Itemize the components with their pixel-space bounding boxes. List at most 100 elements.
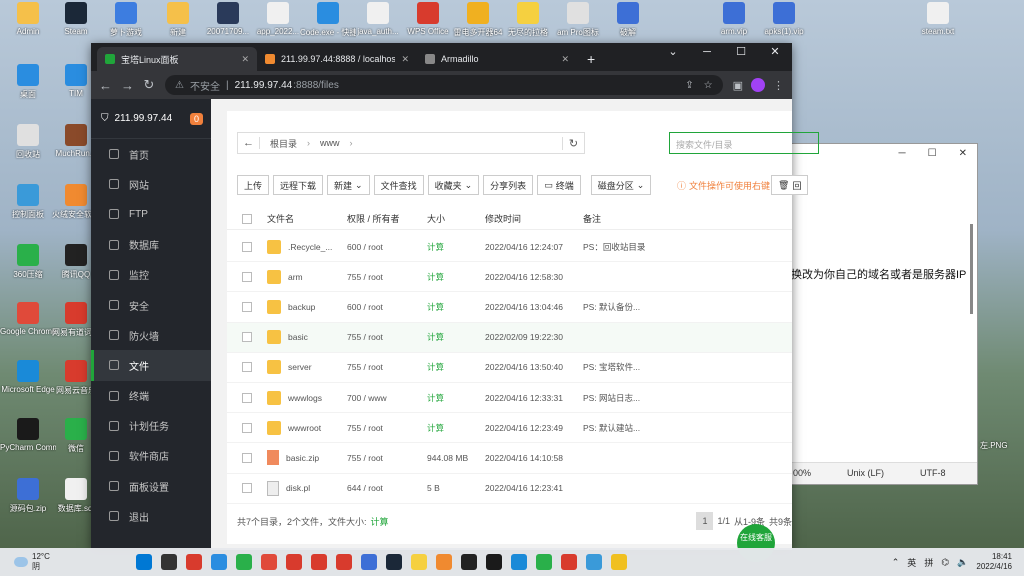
desktop-icon[interactable]: Code.exe - 快捷方式 [300,2,356,38]
file-size[interactable]: 计算 [427,301,485,313]
file-permission[interactable]: 755 / root [347,272,427,282]
table-row[interactable]: wwwlogs 700 / www 计算 2022/04/16 12:33:31 PS:… [227,383,792,414]
close-icon[interactable]: ✕ [959,148,967,162]
browser-window[interactable]: 宝塔Linux面板 ✕ 211.99.97.44:8888 / localhos… [91,43,819,550]
tab-bt-panel[interactable]: 宝塔Linux面板 ✕ [97,47,257,71]
maximize-icon[interactable]: ☐ [724,43,758,63]
page-current[interactable]: 1 [696,512,714,530]
url-host[interactable]: 211.99.97.44 [235,80,293,91]
notepad-window[interactable]: ─ ☐ ✕ 换改为你自己的域名或者是服务器IP 00% Unix (LF) UT… [790,143,978,485]
toolbar-button[interactable]: 磁盘分区 ⌄ [590,175,652,195]
file-name[interactable]: disk.pl [286,483,310,493]
taskbar-app-icon[interactable] [261,554,277,570]
row-checkbox[interactable] [242,362,252,373]
table-row[interactable]: backup 600 / root 计算 2022/04/16 13:04:46 PS:… [227,292,792,323]
file-note[interactable]: PS: 网站日志... [583,392,653,404]
clock[interactable]: 18:41 2022/4/16 [976,552,1012,572]
back-arrow-icon[interactable]: ← [238,137,260,149]
table-row[interactable]: wwwroot 755 / root 计算 2022/04/16 12:23:49 PS… [227,413,792,444]
select-all-checkbox[interactable] [242,213,252,224]
back-icon[interactable]: ← [99,78,112,93]
desktop-icon[interactable]: Steam [48,2,104,36]
sidebar-item[interactable]: 退出 [91,501,211,531]
table-row[interactable]: server 755 / root 计算 2022/04/16 13:50:40 PS:… [227,353,792,383]
file-name[interactable]: arm [288,272,303,282]
tab-armadillo[interactable]: Armadillo ✕ [417,47,577,71]
col-perm-header[interactable]: 权限 / 所有者 [347,212,427,225]
volume-icon[interactable]: 🔈 [957,557,968,568]
taskbar-app-icon[interactable] [186,554,202,570]
file-note[interactable]: PS: 默认备份... [583,301,653,313]
taskbar-app-icon[interactable] [136,554,152,570]
sidebar-item[interactable]: 监控 [91,260,211,290]
file-size[interactable]: 计算 [427,271,485,283]
taskbar-app-icon[interactable] [286,554,302,570]
insecure-label[interactable]: 不安全 [190,78,220,93]
toolbar-button[interactable]: 文件查找 [373,175,424,195]
toolbar-button[interactable]: 收藏夹 ⌄ [427,175,480,195]
file-permission[interactable]: 644 / root [347,483,427,493]
taskbar-app-icon[interactable] [211,554,227,570]
file-name[interactable]: basic.zip [286,453,319,463]
table-row[interactable]: arm 755 / root 计算 2022/04/16 12:58:30 [227,262,792,293]
search-input[interactable]: 搜索文件/目录 [669,132,819,154]
file-permission[interactable]: 600 / root [347,242,427,252]
maximize-icon[interactable]: ☐ [928,148,937,162]
file-permission[interactable]: 755 / root [347,453,427,463]
row-checkbox[interactable] [242,241,252,252]
file-name[interactable]: wwwlogs [288,393,322,403]
bookmark-star-icon[interactable]: ☆ [704,80,713,91]
col-name-header[interactable]: 文件名 [267,212,347,225]
lang-indicator[interactable]: 英 [907,556,916,569]
taskbar-app-icon[interactable] [161,554,177,570]
taskbar-app-icon[interactable] [511,554,527,570]
close-icon[interactable]: ✕ [241,54,249,65]
ime-indicator[interactable]: 拼 [924,556,933,569]
file-permission[interactable]: 700 / www [347,393,427,403]
breadcrumb-www[interactable]: www [310,138,350,148]
sidebar-item[interactable]: FTP [91,199,211,229]
desktop-icon[interactable]: steam.txt [910,2,966,36]
file-permission[interactable]: 755 / root [347,362,427,372]
sidebar-item[interactable]: 软件商店 [91,441,211,471]
row-checkbox[interactable] [242,483,252,494]
omnibox[interactable]: ⚠ 不安全 | 211.99.97.44 :8888/files ⇪ ☆ [165,75,723,95]
file-note[interactable]: PS: 宝塔软件... [583,361,653,373]
refresh-icon[interactable]: ↻ [562,136,584,150]
file-permission[interactable]: 755 / root [347,423,427,433]
recycle-bin-button[interactable]: 🗑 回 [771,175,809,195]
file-name[interactable]: backup [288,302,315,312]
file-name[interactable]: wwwroot [288,423,321,433]
table-row[interactable]: disk.pl 644 / root 5 B 2022/04/16 12:23:41 [227,474,792,504]
row-checkbox[interactable] [242,332,252,343]
file-name[interactable]: basic [288,332,308,342]
desktop-icon[interactable]: 新建 [150,2,206,38]
new-tab-button[interactable]: + [577,51,605,71]
minimize-icon[interactable]: ─ [899,148,906,162]
close-icon[interactable]: ✕ [401,54,409,65]
file-permission[interactable]: 755 / root [347,332,427,342]
desktop-icon[interactable]: app_2022... [250,2,306,36]
toolbar-button[interactable]: 上传 [237,175,270,195]
sidepanel-icon[interactable]: ▣ [733,79,743,92]
table-row[interactable]: basic 755 / root 计算 2022/02/09 19:22:30 [227,322,792,353]
taskbar-app-icon[interactable] [411,554,427,570]
row-checkbox[interactable] [242,392,252,403]
sidebar-item[interactable]: 安全 [91,290,211,320]
table-row[interactable]: .Recycle_... 600 / root 计算 2022/04/16 12:24… [227,232,792,263]
taskbar-app-icon[interactable] [311,554,327,570]
profile-avatar[interactable] [751,78,765,92]
file-size[interactable]: 计算 [427,361,485,373]
toolbar-button[interactable]: 分享列表 [483,175,534,195]
desktop-icon[interactable]: 雷电多开器64 [450,2,506,38]
tab-search-icon[interactable]: ⌄ [656,43,690,63]
weather-widget[interactable]: 12°C 阴 [0,552,120,572]
file-name[interactable]: .Recycle_... [288,242,332,252]
sidebar-item[interactable]: 文件 [91,350,211,381]
toolbar-button[interactable]: 远程下载 [273,175,324,195]
file-size[interactable]: 计算 [427,241,485,253]
sidebar-item[interactable]: 计划任务 [91,411,211,441]
row-checkbox[interactable] [242,422,252,433]
sidebar-item[interactable]: 防火墙 [91,320,211,350]
chevron-up-icon[interactable]: ⌃ [892,557,900,568]
